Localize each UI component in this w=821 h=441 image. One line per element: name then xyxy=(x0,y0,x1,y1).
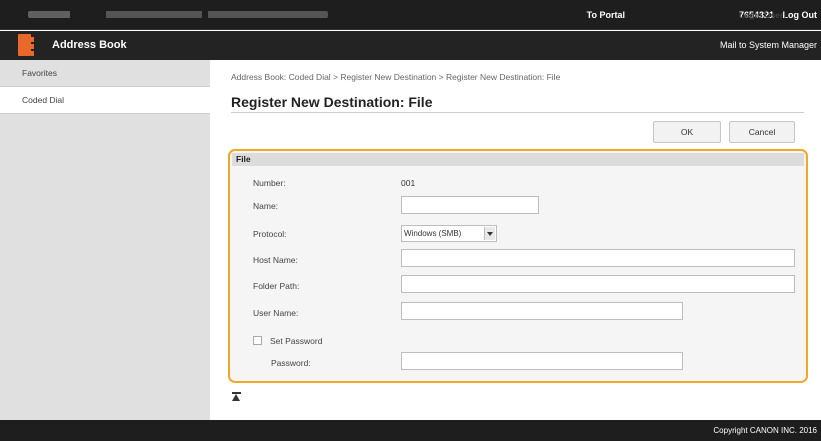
file-section-title: File xyxy=(236,154,251,164)
app-title: Address Book xyxy=(52,39,127,51)
host-name-label: Host Name: xyxy=(253,255,298,265)
number-value: 001 xyxy=(401,178,416,188)
scroll-to-top-icon[interactable] xyxy=(232,392,242,402)
protocol-select[interactable]: Windows (SMB) xyxy=(401,225,497,242)
password-input[interactable] xyxy=(401,352,683,370)
to-portal-link[interactable]: To Portal xyxy=(587,10,625,20)
folder-path-label: Folder Path: xyxy=(253,281,300,291)
page-title: Register New Destination: File xyxy=(231,94,433,110)
number-label: Number: xyxy=(253,178,286,188)
address-book-icon xyxy=(18,34,34,56)
name-input[interactable] xyxy=(401,196,539,214)
host-name-input[interactable] xyxy=(401,249,795,267)
sidebar-item-coded-dial[interactable]: Coded Dial xyxy=(0,87,210,114)
sidebar-item-favorites[interactable]: Favorites xyxy=(0,60,210,87)
copyright-text: Copyright CANON INC. 2016 xyxy=(713,426,817,435)
ok-button[interactable]: OK xyxy=(653,121,721,143)
login-info: Login User: 7654321 Log Out xyxy=(739,10,817,20)
chevron-down-icon[interactable] xyxy=(484,227,495,240)
breadcrumb: Address Book: Coded Dial > Register New … xyxy=(231,72,561,82)
file-section-header: File xyxy=(232,153,804,166)
title-divider xyxy=(231,112,804,113)
sidebar: Favorites Coded Dial xyxy=(0,60,210,420)
blurred-url-text xyxy=(28,11,328,18)
login-user-label: Login User: xyxy=(738,10,787,20)
folder-path-input[interactable] xyxy=(401,275,795,293)
password-label: Password: xyxy=(271,358,311,368)
mail-to-system-manager-link[interactable]: Mail to System Manager xyxy=(720,40,817,50)
protocol-label: Protocol: xyxy=(253,229,287,239)
user-name-input[interactable] xyxy=(401,302,683,320)
footer: Copyright CANON INC. 2016 xyxy=(0,420,821,441)
app-header: Address Book Mail to System Manager xyxy=(0,31,821,60)
name-label: Name: xyxy=(253,201,279,211)
top-bar: To Portal Login User: 7654321 Log Out xyxy=(0,0,821,30)
log-out-link[interactable]: Log Out xyxy=(783,10,818,20)
set-password-checkbox[interactable] xyxy=(253,336,262,345)
cancel-button[interactable]: Cancel xyxy=(729,121,795,143)
set-password-label: Set Password xyxy=(270,336,323,346)
protocol-selected-value: Windows (SMB) xyxy=(404,229,462,238)
user-name-label: User Name: xyxy=(253,308,299,318)
